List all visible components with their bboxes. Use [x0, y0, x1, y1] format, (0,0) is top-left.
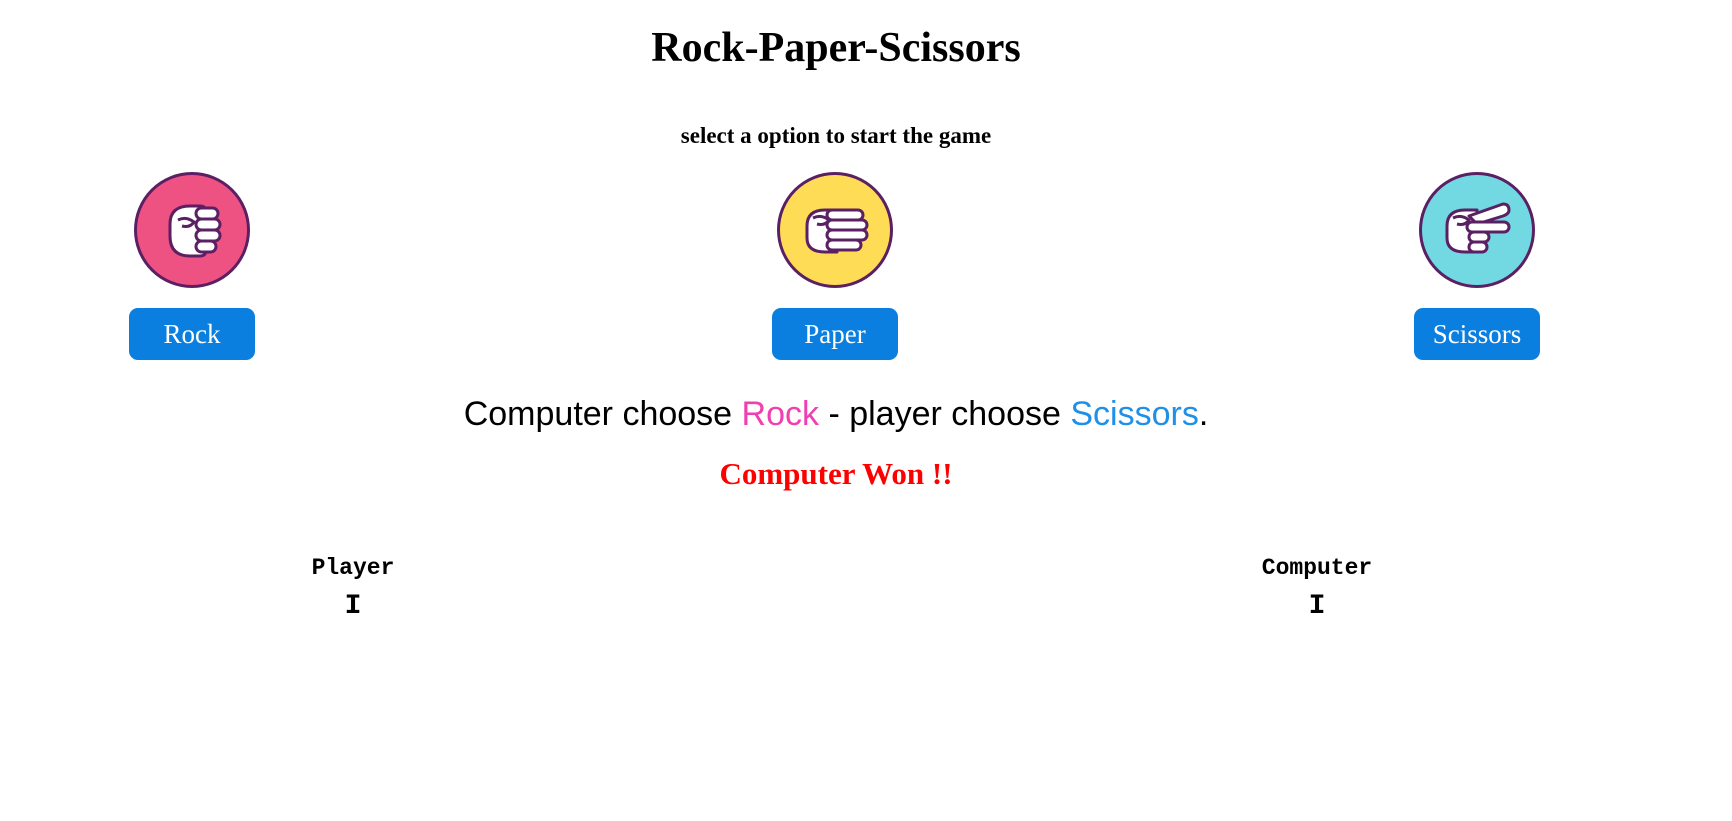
computer-choice: Rock [741, 395, 819, 433]
option-rock: Rock [129, 172, 255, 360]
option-paper: Paper [772, 172, 898, 360]
option-scissors: Scissors [1414, 172, 1540, 360]
computer-score-panel: Computer I [1217, 554, 1417, 624]
round-result: Computer choose Rock - player choose Sci… [0, 392, 1672, 436]
result-middle: - player choose [819, 395, 1071, 433]
player-score: I [344, 591, 362, 622]
computer-label: Computer [1261, 555, 1373, 581]
paper-button[interactable]: Paper [772, 308, 898, 360]
player-label: Player [311, 555, 395, 581]
scissors-hand-icon[interactable] [1419, 172, 1535, 288]
player-choice: Scissors [1070, 395, 1199, 433]
result-suffix: . [1198, 395, 1209, 433]
scissors-button[interactable]: Scissors [1414, 308, 1540, 360]
instructions-text: select a option to start the game [680, 123, 992, 148]
page-title: Rock-Paper-Scissors [651, 25, 1021, 71]
rock-fist-icon[interactable] [134, 172, 250, 288]
player-score-panel: Player I [253, 554, 453, 624]
computer-score: I [1308, 591, 1326, 622]
result-prefix: Computer choose [463, 395, 742, 433]
winner-message: Computer Won !! [719, 456, 953, 491]
rock-button[interactable]: Rock [129, 308, 255, 360]
paper-hand-icon[interactable] [777, 172, 893, 288]
